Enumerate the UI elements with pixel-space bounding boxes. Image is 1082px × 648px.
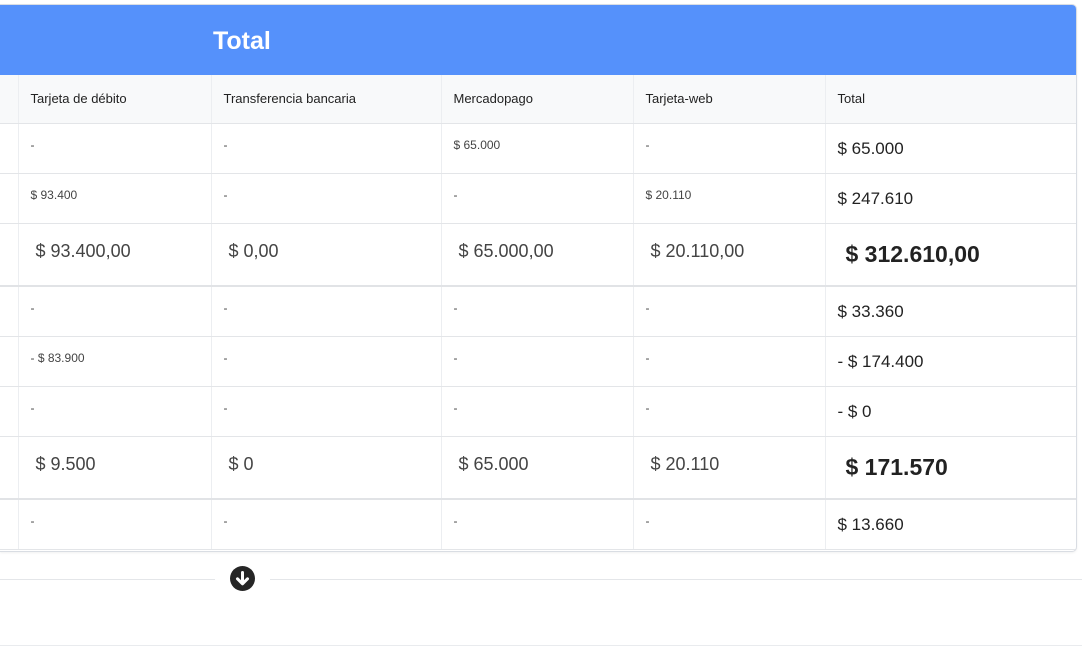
cell-mercadopago: - <box>441 173 634 224</box>
column-header-tarjeta-web: Tarjeta-web <box>633 75 826 124</box>
cell-total: $ 65.000 <box>825 123 1076 174</box>
totals-card: Total Tarjeta de débito Transferencia ba… <box>0 4 1077 552</box>
page: Total Tarjeta de débito Transferencia ba… <box>0 0 1082 648</box>
cell-blank <box>0 386 19 437</box>
totals-table: Tarjeta de débito Transferencia bancaria… <box>0 75 1076 550</box>
cell-transferencia: $ 0 <box>211 436 442 500</box>
cell-transferencia: - <box>211 173 442 224</box>
cell-total: - $ 174.400 <box>825 336 1076 387</box>
table-row: $ 93.400- - $ 20.110 $ 247.610 <box>0 173 1076 224</box>
cell-blank <box>0 223 19 287</box>
cell-mercadopago: $ 65.000,00 <box>441 223 634 287</box>
cell-mercadopago: - <box>441 386 634 437</box>
table-row: ----- $ 0 <box>0 386 1076 437</box>
cell-transferencia: - <box>211 123 442 174</box>
table-row: - - - - $ 33.360 <box>0 286 1076 337</box>
cell-tarjeta-debito: - <box>18 123 212 174</box>
column-header-blank <box>0 75 19 124</box>
cell-transferencia: - <box>211 286 442 337</box>
cell-blank <box>0 499 19 550</box>
column-header-mercadopago: Mercadopago <box>441 75 634 124</box>
cell-blank <box>0 286 19 337</box>
section-divider <box>0 566 1082 594</box>
cell-total: $ 33.360 <box>825 286 1076 337</box>
cell-transferencia: - <box>211 499 442 550</box>
subtotal-row: $ 93.400,00 $ 0,00 $ 65.000,00 $ 20.110,00 $… <box>0 223 1076 287</box>
cell-tarjeta-debito: - <box>18 499 212 550</box>
header-row: Tarjeta de débito Transferencia bancaria… <box>0 75 1076 124</box>
column-header-tarjeta-debito: Tarjeta de débito <box>18 75 212 124</box>
cell-tarjeta-web: - <box>633 336 826 387</box>
cell-tarjeta-web: $ 20.110 <box>633 436 826 500</box>
cell-tarjeta-web: - <box>633 386 826 437</box>
cell-tarjeta-web: - <box>633 123 826 174</box>
cell-blank <box>0 173 19 224</box>
cell-transferencia: - <box>211 336 442 387</box>
cell-mercadopago: - <box>441 286 634 337</box>
column-header-transferencia: Transferencia bancaria <box>211 75 442 124</box>
cell-tarjeta-web: $ 20.110,00 <box>633 223 826 287</box>
cell-mercadopago: $ 65.000 <box>441 123 634 174</box>
cell-blank <box>0 336 19 387</box>
cell-total: - $ 0 <box>825 386 1076 437</box>
cell-mercadopago: - <box>441 336 634 387</box>
table-row: - $ 83.900- - - - $ 174.400 <box>0 336 1076 387</box>
cell-tarjeta-debito: - $ 83.900 <box>18 336 212 387</box>
cell-total: $ 171.570 <box>825 436 1076 500</box>
card-title: Total <box>213 27 271 55</box>
table-head: Tarjeta de débito Transferencia bancaria… <box>0 75 1076 124</box>
cell-mercadopago: - <box>441 499 634 550</box>
cell-tarjeta-debito: - <box>18 386 212 437</box>
cell-tarjeta-debito: $ 9.500 <box>18 436 212 500</box>
arrow-down-circle-icon <box>236 571 249 586</box>
cell-tarjeta-web: $ 20.110 <box>633 173 826 224</box>
cell-total: $ 13.660 <box>825 499 1076 550</box>
cell-total: $ 312.610,00 <box>825 223 1076 287</box>
divider-line <box>0 579 215 580</box>
table-row: - - $ 65.000- $ 65.000 <box>0 123 1076 174</box>
table-row: - - - - $ 13.660 <box>0 499 1076 550</box>
cell-tarjeta-debito: - <box>18 286 212 337</box>
cell-tarjeta-debito: $ 93.400 <box>18 173 212 224</box>
bottom-divider <box>0 645 1082 646</box>
card-header: Total <box>0 5 1076 75</box>
cell-tarjeta-web: - <box>633 286 826 337</box>
cell-blank <box>0 436 19 500</box>
cell-mercadopago: $ 65.000 <box>441 436 634 500</box>
divider-line <box>270 579 1082 580</box>
cell-total: $ 247.610 <box>825 173 1076 224</box>
table-body: - - $ 65.000- $ 65.000 $ 93.400- - $ 20.110 $ 2… <box>0 123 1076 550</box>
cell-tarjeta-web: - <box>633 499 826 550</box>
column-header-total: Total <box>825 75 1076 124</box>
cell-transferencia: $ 0,00 <box>211 223 442 287</box>
cell-blank <box>0 123 19 174</box>
cell-tarjeta-debito: $ 93.400,00 <box>18 223 212 287</box>
cell-transferencia: - <box>211 386 442 437</box>
scroll-down-button[interactable] <box>230 566 255 591</box>
subtotal-row: $ 9.500 $ 0 $ 65.000 $ 20.110 $ 171.570 <box>0 436 1076 500</box>
